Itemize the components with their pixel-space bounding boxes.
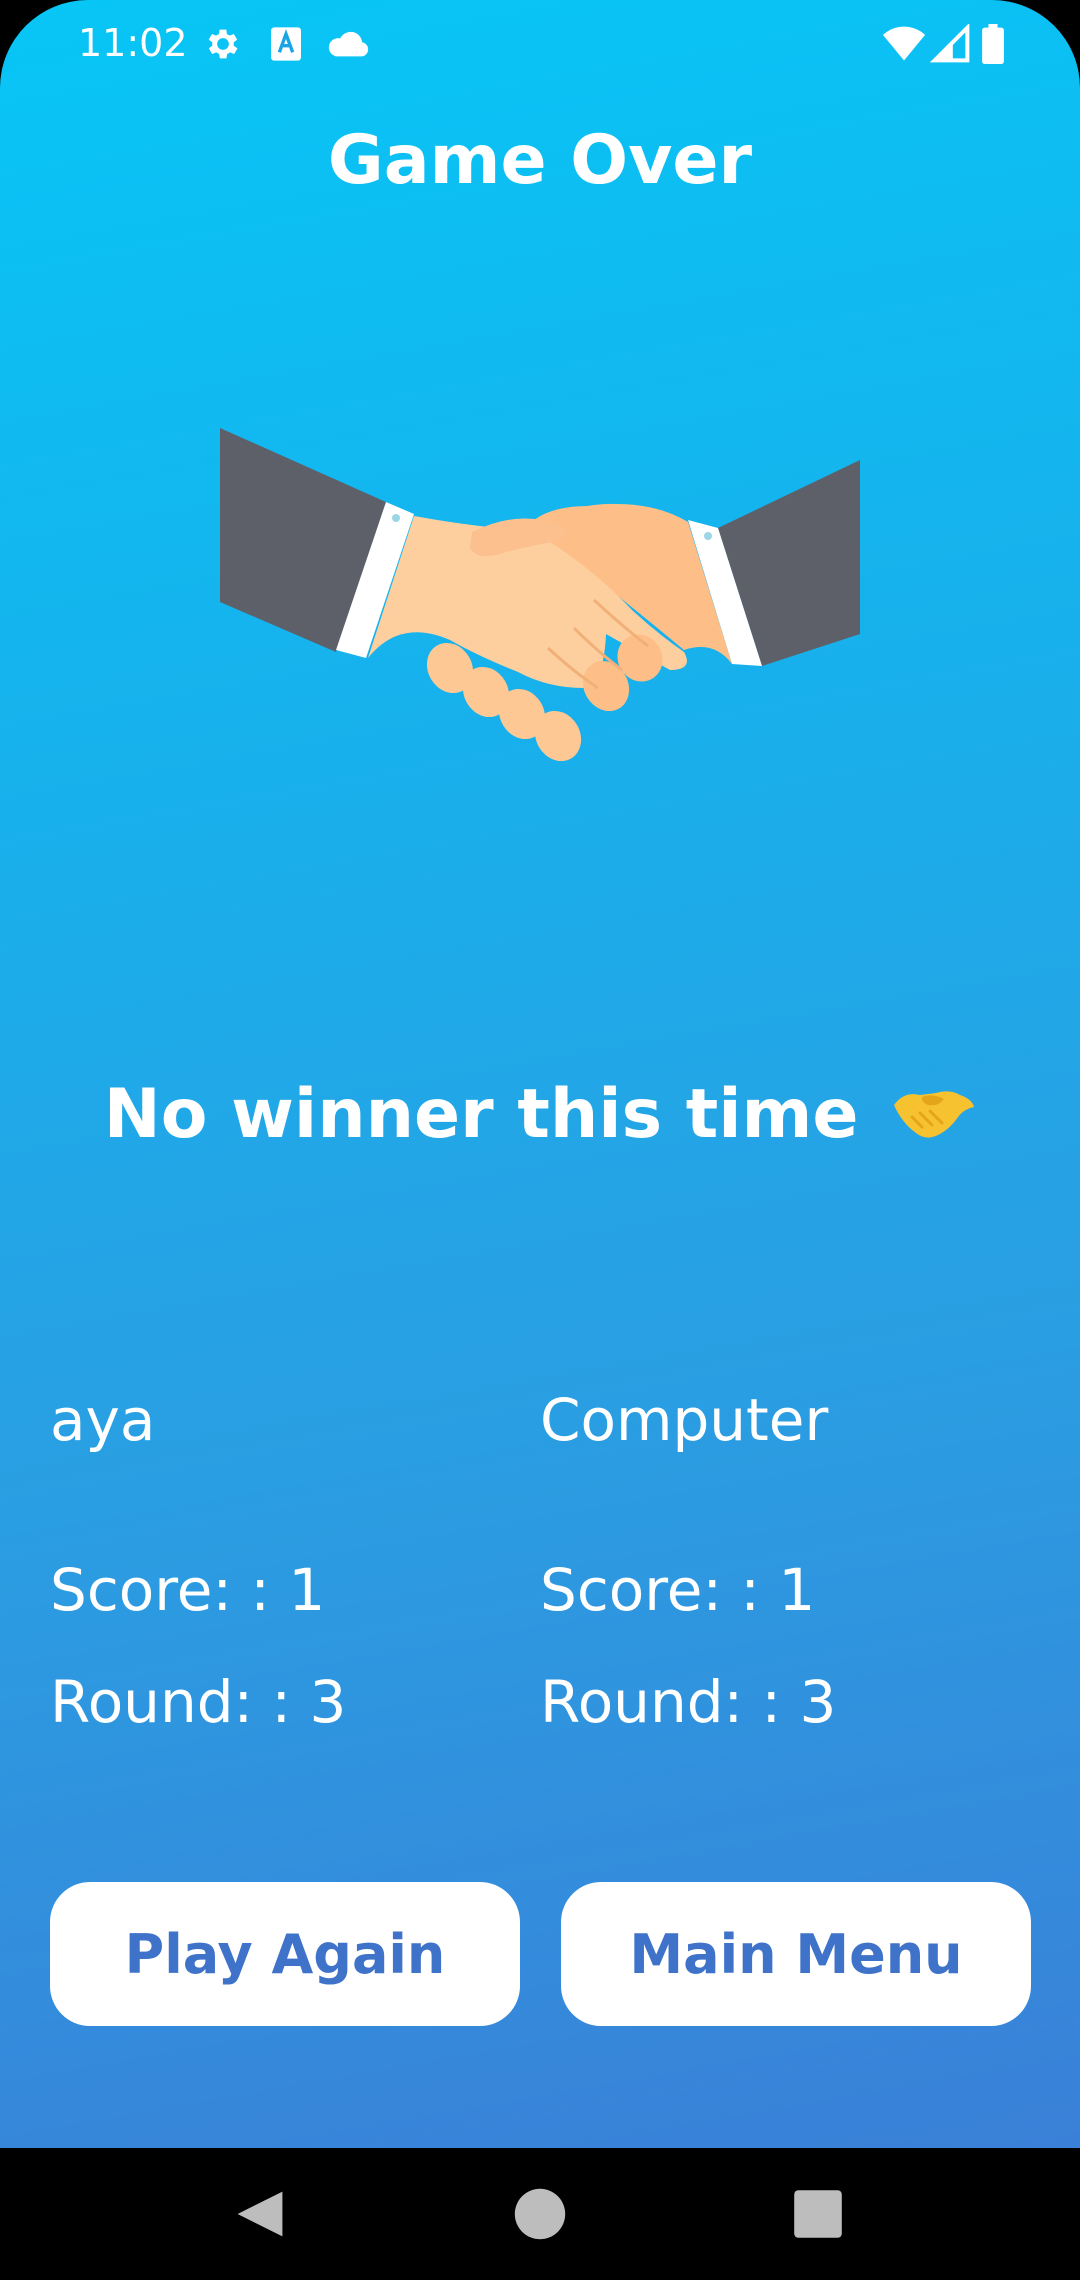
gear-icon [208,29,238,59]
main-menu-button[interactable]: Main Menu [561,1882,1031,2026]
main-menu-label: Main Menu [629,1922,963,1986]
page-title: Game Over [327,121,753,200]
play-again-label: Play Again [124,1922,446,1986]
recents-icon[interactable] [790,2186,846,2242]
phone-screen: 11:02 Game Over No winner this time aya … [0,0,1080,2280]
player-2-round: Round: : 3 [540,1668,837,1736]
cloud-icon [328,31,369,57]
player-2-name: Computer [540,1386,829,1454]
battery-icon [982,24,1004,64]
result-message: No winner this time [0,1070,1080,1160]
back-icon[interactable] [232,2186,288,2242]
status-bar: 11:02 [0,0,1080,90]
font-a-icon [271,27,301,61]
player-2-score: Score: : 1 [540,1556,816,1624]
handshake-illustration [220,428,860,762]
status-time: 11:02 [78,21,188,65]
wifi-icon [882,26,926,61]
navigation-bar [0,2148,1080,2280]
cellular-signal-icon [930,24,970,63]
home-icon[interactable] [512,2186,568,2242]
player-1-score: Score: : 1 [50,1556,326,1624]
result-text: No winner this time [103,1075,859,1154]
game-over-screen: 11:02 Game Over No winner this time aya … [0,0,1080,2148]
player-1-round: Round: : 3 [50,1668,347,1736]
handshake-emoji-icon [894,1091,975,1138]
player-1-name: aya [50,1386,156,1454]
play-again-button[interactable]: Play Again [50,1882,520,2026]
